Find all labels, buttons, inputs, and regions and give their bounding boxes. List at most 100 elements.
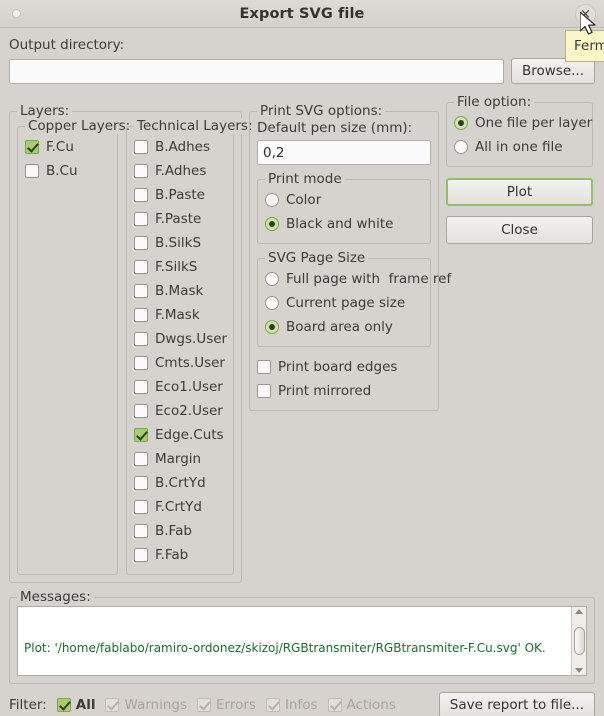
layer-checkbox-margin[interactable]: Margin: [134, 447, 226, 471]
radio-icon[interactable]: [454, 116, 468, 130]
layer-checkbox-eco2-user[interactable]: Eco2.User: [134, 399, 226, 423]
radio-page-size-board-area-only[interactable]: Board area only: [265, 315, 423, 339]
radio-one-file-per-layer[interactable]: One file per layer: [454, 111, 592, 135]
radio-page-size-current-page[interactable]: Current page size: [265, 291, 423, 315]
layer-checkbox-b-paste[interactable]: B.Paste: [134, 183, 226, 207]
layer-label: B.CrtYd: [155, 475, 206, 491]
print-svg-options-title: Print SVG options:: [257, 103, 386, 119]
layer-checkbox-b-cu[interactable]: B.Cu: [25, 159, 110, 183]
layer-checkbox-b-silks[interactable]: B.SilkS: [134, 231, 226, 255]
plot-button[interactable]: Plot: [446, 178, 593, 206]
radio-icon[interactable]: [265, 193, 279, 207]
layer-checkbox-eco1-user[interactable]: Eco1.User: [134, 375, 226, 399]
radio-page-size-full-page[interactable]: Full page with frame ref: [265, 267, 451, 291]
radio-print-mode-black-and-white[interactable]: Black and white: [265, 212, 423, 236]
radio-label: Color: [286, 192, 322, 208]
radio-icon[interactable]: [265, 272, 279, 286]
layer-label: B.Adhes: [155, 139, 211, 155]
layer-checkbox-b-fab[interactable]: B.Fab: [134, 519, 226, 543]
checkbox-print-board-edges[interactable]: Print board edges: [257, 355, 431, 379]
layer-checkbox-f-fab[interactable]: F.Fab: [134, 543, 226, 567]
checkbox-icon[interactable]: [134, 212, 148, 226]
checkbox-icon[interactable]: [134, 476, 148, 490]
radio-icon[interactable]: [454, 140, 468, 154]
checkbox-icon[interactable]: [56, 698, 71, 712]
scrollbar-thumb[interactable]: [573, 627, 585, 655]
radio-icon[interactable]: [265, 320, 279, 334]
filter-label-infos: Infos: [284, 697, 318, 713]
checkbox-icon[interactable]: [134, 452, 148, 466]
filter-checkbox-all[interactable]: All: [56, 694, 95, 716]
layer-label: F.Cu: [46, 139, 74, 155]
print-mode-group: Print mode Color Black and white: [257, 171, 431, 244]
svg-page-size-group: SVG Page Size Full page with frame ref C…: [257, 250, 451, 347]
layer-checkbox-b-adhes[interactable]: B.Adhes: [134, 135, 226, 159]
checkbox-icon[interactable]: [134, 548, 148, 562]
checkbox-icon[interactable]: [134, 428, 148, 442]
checkbox-icon[interactable]: [134, 308, 148, 322]
checkbox-icon[interactable]: [134, 140, 148, 154]
filter-checkbox-infos: Infos: [265, 694, 318, 716]
output-directory-label: Output directory:: [9, 37, 125, 53]
checkbox-icon[interactable]: [134, 284, 148, 298]
checkbox-print-mirrored[interactable]: Print mirrored: [257, 379, 431, 403]
scroll-up-icon[interactable]: [575, 609, 583, 614]
checkbox-icon[interactable]: [257, 360, 271, 374]
checkbox-icon: [105, 698, 120, 712]
layer-checkbox-dwgs-user[interactable]: Dwgs.User: [134, 327, 227, 351]
print-extra-checkboxes: Print board edges Print mirrored: [257, 355, 431, 403]
radio-print-mode-color[interactable]: Color: [265, 188, 423, 212]
messages-scrollbar[interactable]: [571, 607, 586, 675]
checkbox-icon[interactable]: [25, 140, 39, 154]
messages-text[interactable]: Plot: '/home/fablabo/ramiro-ordonez/skiz…: [18, 607, 571, 675]
scroll-down-icon[interactable]: [575, 668, 583, 673]
pen-size-input[interactable]: [257, 140, 431, 165]
save-report-button[interactable]: Save report to file...: [438, 692, 595, 716]
layer-label: F.Adhes: [155, 163, 207, 179]
output-directory-row: Browse...: [9, 58, 595, 84]
checkbox-icon[interactable]: [134, 356, 148, 370]
window-menu-dot-icon[interactable]: [12, 9, 21, 18]
checkbox-icon[interactable]: [134, 332, 148, 346]
checkbox-icon[interactable]: [134, 404, 148, 418]
layer-checkbox-f-paste[interactable]: F.Paste: [134, 207, 226, 231]
layer-checkbox-f-crtyd[interactable]: F.CrtYd: [134, 495, 226, 519]
messages-group: Messages: Plot: '/home/fablabo/ramiro-or…: [9, 589, 595, 684]
layer-label: B.SilkS: [155, 235, 202, 251]
layer-checkbox-f-cu[interactable]: F.Cu: [25, 135, 110, 159]
layer-checkbox-b-mask[interactable]: B.Mask: [134, 279, 226, 303]
layer-checkbox-f-adhes[interactable]: F.Adhes: [134, 159, 226, 183]
layer-label: B.Mask: [155, 283, 204, 299]
layer-checkbox-cmts-user[interactable]: Cmts.User: [134, 351, 226, 375]
radio-label: Black and white: [286, 216, 394, 232]
print-mode-title: Print mode: [265, 171, 345, 187]
checkbox-icon[interactable]: [134, 164, 148, 178]
messages-box: Plot: '/home/fablabo/ramiro-ordonez/skiz…: [17, 606, 587, 676]
checkbox-label: Print mirrored: [278, 383, 372, 399]
checkbox-icon[interactable]: [134, 500, 148, 514]
layer-checkbox-edge-cuts[interactable]: Edge.Cuts: [134, 423, 226, 447]
layer-checkbox-f-mask[interactable]: F.Mask: [134, 303, 226, 327]
radio-icon[interactable]: [265, 217, 279, 231]
close-icon[interactable]: ×: [575, 4, 596, 25]
radio-icon[interactable]: [265, 296, 279, 310]
close-button[interactable]: Close: [446, 216, 593, 244]
checkbox-icon[interactable]: [134, 380, 148, 394]
output-directory-input[interactable]: [9, 58, 504, 84]
checkbox-icon[interactable]: [134, 260, 148, 274]
checkbox-icon[interactable]: [134, 236, 148, 250]
layer-label: Cmts.User: [155, 355, 225, 371]
layer-checkbox-b-crtyd[interactable]: B.CrtYd: [134, 471, 226, 495]
checkbox-icon[interactable]: [134, 524, 148, 538]
layer-checkbox-f-silks[interactable]: F.SilkS: [134, 255, 226, 279]
checkbox-icon[interactable]: [25, 164, 39, 178]
layer-label: Eco1.User: [155, 379, 223, 395]
file-option-column: File option: One file per layer All in o…: [446, 94, 593, 244]
layer-label: F.CrtYd: [155, 499, 202, 515]
print-svg-options-group: Print SVG options: Default pen size (mm)…: [249, 103, 451, 411]
layer-label: Eco2.User: [155, 403, 223, 419]
radio-all-in-one-file[interactable]: All in one file: [454, 135, 585, 159]
message-line: Plot: '/home/fablabo/ramiro-ordonez/skiz…: [24, 641, 546, 655]
checkbox-icon[interactable]: [257, 384, 271, 398]
checkbox-icon[interactable]: [134, 188, 148, 202]
